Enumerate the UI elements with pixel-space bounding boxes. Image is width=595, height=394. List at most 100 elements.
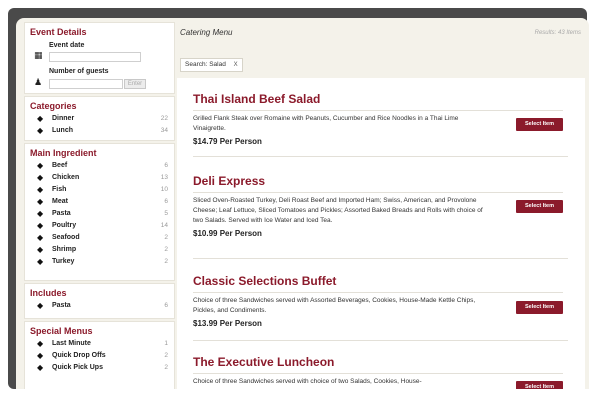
menu-item-price: $13.99 Per Person [193, 319, 262, 328]
event-details-title: Event Details [30, 27, 87, 37]
ingredient-item-meat[interactable]: ◆ Meat 6 [25, 196, 174, 208]
catering-app-window: Event Details Event date ▦ Number of gue… [16, 18, 589, 389]
includes-panel: Includes ◆ Pasta 6 [24, 283, 175, 319]
special-label: Quick Drop Offs [52, 352, 106, 359]
includes-title: Includes [30, 288, 67, 298]
search-chip-label: Search: Salad [185, 61, 226, 68]
tag-icon: ◆ [37, 221, 44, 230]
special-count: 1 [164, 340, 168, 347]
select-item-button[interactable]: Select Item [516, 301, 563, 314]
special-item-quick-drop-offs[interactable]: ◆ Quick Drop Offs 2 [25, 350, 174, 362]
results-count: Results: 43 Items [534, 30, 581, 36]
guests-input[interactable] [49, 79, 123, 89]
ingredient-count: 2 [164, 246, 168, 253]
tag-icon: ◆ [37, 197, 44, 206]
tag-icon: ◆ [37, 245, 44, 254]
ingredient-count: 2 [164, 234, 168, 241]
menu-item-title[interactable]: The Executive Luncheon [193, 355, 563, 369]
tag-icon: ◆ [37, 114, 44, 123]
categories-title: Categories [30, 101, 77, 111]
divider [193, 258, 568, 259]
categories-panel: Categories ◆ Dinner 22 ◆ Lunch 34 [24, 96, 175, 141]
special-menus-panel: Special Menus ◆ Last Minute 1 ◆ Quick Drop … [24, 321, 175, 389]
category-item-dinner[interactable]: ◆ Dinner 22 [25, 113, 174, 125]
includes-count: 6 [164, 302, 168, 309]
ingredient-count: 10 [160, 186, 168, 193]
ingredient-label: Poultry [52, 222, 77, 229]
category-item-lunch[interactable]: ◆ Lunch 34 [25, 125, 174, 137]
menu-item-title[interactable]: Classic Selections Buffet [193, 274, 563, 288]
ingredient-item-seafood[interactable]: ◆ Seafood 2 [25, 232, 174, 244]
divider [193, 373, 563, 374]
ingredient-label: Turkey [52, 258, 75, 265]
divider [193, 340, 568, 341]
ingredient-item-poultry[interactable]: ◆ Poultry 14 [25, 220, 174, 232]
ingredient-label: Fish [52, 186, 67, 193]
ingredient-count: 6 [164, 162, 168, 169]
guests-label: Number of guests [49, 68, 109, 75]
main-ingredient-title: Main Ingredient [30, 148, 97, 158]
ingredient-item-pasta[interactable]: ◆ Pasta 5 [25, 208, 174, 220]
ingredient-count: 13 [160, 174, 168, 181]
category-count: 34 [160, 127, 168, 134]
special-item-quick-pick-ups[interactable]: ◆ Quick Pick Ups 2 [25, 362, 174, 374]
category-label: Lunch [52, 127, 73, 134]
ingredient-label: Beef [52, 162, 68, 169]
tag-icon: ◆ [37, 257, 44, 266]
menu-item-title[interactable]: Deli Express [193, 174, 563, 188]
select-item-button[interactable]: Select Item [516, 118, 563, 131]
menu-item: Thai Island Beef Salad Grilled Flank Ste… [193, 92, 563, 146]
page-title: Catering Menu [180, 28, 233, 37]
category-count: 22 [160, 115, 168, 122]
divider [193, 110, 563, 111]
divider [193, 192, 563, 193]
ingredient-item-turkey[interactable]: ◆ Turkey 2 [25, 256, 174, 268]
includes-item-pasta[interactable]: ◆ Pasta 6 [25, 300, 174, 312]
close-icon[interactable]: X [234, 62, 238, 68]
ingredient-item-beef[interactable]: ◆ Beef 6 [25, 160, 174, 172]
menu-item-price: $10.99 Per Person [193, 229, 262, 238]
special-label: Last Minute [52, 340, 91, 347]
tag-icon: ◆ [37, 161, 44, 170]
menu-item-description: Choice of three Sandwiches served with A… [193, 297, 476, 314]
menu-item-description: Choice of three Sandwiches served with c… [193, 378, 422, 385]
tag-icon: ◆ [37, 126, 44, 135]
category-label: Dinner [52, 115, 75, 122]
event-date-label: Event date [49, 42, 85, 49]
select-item-button[interactable]: Select Item [516, 200, 563, 213]
ingredient-count: 6 [164, 198, 168, 205]
special-item-last-minute[interactable]: ◆ Last Minute 1 [25, 338, 174, 350]
divider [193, 156, 568, 157]
menu-item: Classic Selections Buffet Choice of thre… [193, 274, 563, 328]
calendar-icon: ▦ [34, 50, 43, 60]
tag-icon: ◆ [37, 209, 44, 218]
ingredient-count: 14 [160, 222, 168, 229]
event-details-panel: Event Details Event date ▦ Number of gue… [24, 22, 175, 94]
main-ingredient-panel: Main Ingredient ◆ Beef 6 ◆ Chicken 13 ◆ Fish 1… [24, 143, 175, 281]
person-icon: ♟ [34, 77, 43, 87]
ingredient-item-chicken[interactable]: ◆ Chicken 13 [25, 172, 174, 184]
tag-icon: ◆ [37, 233, 44, 242]
tag-icon: ◆ [37, 173, 44, 182]
divider [193, 292, 563, 293]
ingredient-label: Shrimp [52, 246, 77, 253]
menu-list: Thai Island Beef Salad Grilled Flank Ste… [177, 78, 585, 389]
ingredient-item-fish[interactable]: ◆ Fish 10 [25, 184, 174, 196]
menu-item-title[interactable]: Thai Island Beef Salad [193, 92, 563, 106]
enter-button[interactable]: Enter [124, 79, 146, 89]
menu-results-area: Catering Menu Results: 43 Items Search: … [175, 22, 589, 389]
tag-icon: ◆ [37, 363, 44, 372]
ingredient-label: Chicken [52, 174, 80, 181]
ingredient-item-shrimp[interactable]: ◆ Shrimp 2 [25, 244, 174, 256]
tag-icon: ◆ [37, 351, 44, 360]
ingredient-label: Meat [52, 198, 68, 205]
ingredient-label: Seafood [52, 234, 80, 241]
menu-item-description: Sliced Oven-Roasted Turkey, Deli Roast B… [193, 197, 483, 224]
event-date-input[interactable] [49, 52, 141, 62]
special-label: Quick Pick Ups [52, 364, 103, 371]
special-count: 2 [164, 364, 168, 371]
search-filter-chip: Search: Salad X [180, 58, 243, 72]
select-item-button[interactable]: Select Item [516, 381, 563, 389]
ingredient-count: 5 [164, 210, 168, 217]
tag-icon: ◆ [37, 185, 44, 194]
